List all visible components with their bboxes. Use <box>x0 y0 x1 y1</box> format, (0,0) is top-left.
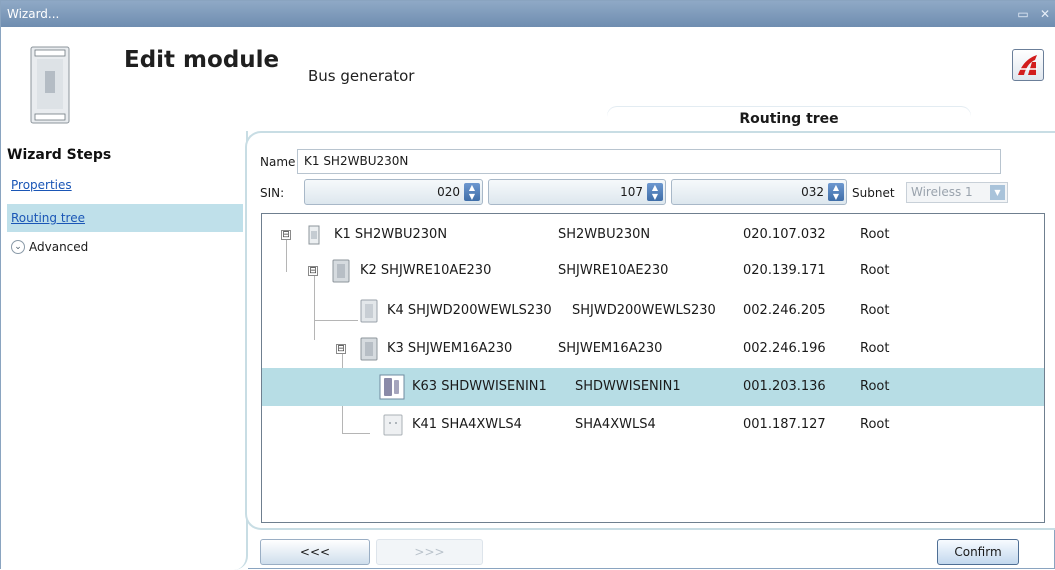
device-sin: 020.139.171 <box>743 263 826 278</box>
device-name: K63 SHDWWISENIN1 <box>412 379 547 394</box>
spin-arrows-icon[interactable]: ▲ ▼ <box>464 183 480 201</box>
maximize-icon[interactable]: ▭ <box>1012 1 1034 27</box>
device-model: SH2WBU230N <box>558 227 651 242</box>
tree-row[interactable]: ⊟ K2 SHJWRE10AE230 SHJWRE10AE230 020.139… <box>262 252 1044 290</box>
device-model: SHJWD200WEWLS230 <box>572 303 716 318</box>
device-name: K1 SH2WBU230N <box>334 227 448 242</box>
device-sin: 020.107.032 <box>743 227 826 242</box>
sin-part-1-value: 020 <box>437 185 460 199</box>
device-sin: 002.246.196 <box>743 341 826 356</box>
device-sin: 002.246.205 <box>743 303 826 318</box>
subnet-label: Subnet <box>852 186 895 200</box>
step-routing-tree-link[interactable]: Routing tree <box>11 211 85 225</box>
device-icon <box>308 225 320 245</box>
spin-arrows-icon[interactable]: ▲ ▼ <box>647 183 663 201</box>
device-route: Root <box>860 417 890 432</box>
device-sin: 001.203.136 <box>743 379 826 394</box>
back-button[interactable]: <<< <box>260 539 370 565</box>
device-icon <box>360 337 378 361</box>
wizard-header: Edit module Bus generator Routing tree <box>1 27 1055 131</box>
device-route: Root <box>860 341 890 356</box>
device-name: K41 SHA4XWLS4 <box>412 417 522 432</box>
wizard-steps-panel: Wizard Steps Properties Routing tree ⌄ A… <box>1 131 248 570</box>
subnet-select[interactable]: Wireless 1 ▼ <box>906 182 1008 203</box>
collapse-icon[interactable]: ⊟ <box>308 266 318 276</box>
wizard-steps-title: Wizard Steps <box>7 147 112 163</box>
device-sin: 001.187.127 <box>743 417 826 432</box>
device-model: SHJWEM16A230 <box>558 341 663 356</box>
wizard-window: Wizard... ▭ ✕ Edit module Bus generator … <box>0 0 1055 570</box>
module-device-icon <box>30 46 70 124</box>
device-route: Root <box>860 303 890 318</box>
sin-label: SIN: <box>260 186 285 200</box>
device-model: SHDWWISENIN1 <box>575 379 681 394</box>
name-field[interactable]: K1 SH2WBU230N <box>297 149 1001 174</box>
sin-part-3-value: 032 <box>801 185 824 199</box>
switch-icon <box>383 414 403 436</box>
sensor-icon <box>379 374 405 400</box>
device-name: K2 SHJWRE10AE230 <box>360 263 492 278</box>
tab-routing-tree[interactable]: Routing tree <box>607 107 971 131</box>
routing-tree-content: Name K1 SH2WBU230N SIN: 020 ▲ ▼ 107 ▲ ▼ 03… <box>245 131 1055 530</box>
step-advanced-label: Advanced <box>29 240 89 254</box>
device-name: K4 SHJWD200WEWLS230 <box>387 303 552 318</box>
brand-logo-button[interactable] <box>1012 49 1044 81</box>
brand-logo-icon <box>1018 55 1037 75</box>
tree-row[interactable]: ⊟ K3 SHJWEM16A230 SHJWEM16A230 002.246.1… <box>262 330 1044 368</box>
device-model: SHJWRE10AE230 <box>558 263 669 278</box>
tree-row[interactable]: K41 SHA4XWLS4 SHA4XWLS4 001.187.127 Root <box>262 406 1044 444</box>
window-title: Wizard... <box>7 7 60 21</box>
device-name: K3 SHJWEM16A230 <box>387 341 513 356</box>
sin-part-3-stepper[interactable]: 032 ▲ ▼ <box>671 179 847 205</box>
step-properties-link[interactable]: Properties <box>11 178 72 192</box>
sin-part-2-value: 107 <box>620 185 643 199</box>
next-button[interactable]: >>> <box>376 539 483 565</box>
tree-row[interactable]: K4 SHJWD200WEWLS230 SHJWD200WEWLS230 002… <box>262 292 1044 330</box>
device-route: Root <box>860 263 890 278</box>
chevron-down-icon[interactable]: ⌄ <box>11 240 25 254</box>
device-route: Root <box>860 227 890 242</box>
tree-row-selected[interactable]: K63 SHDWWISENIN1 SHDWWISENIN1 001.203.13… <box>262 368 1044 406</box>
collapse-icon[interactable]: ⊟ <box>336 344 346 354</box>
sin-part-1-stepper[interactable]: 020 ▲ ▼ <box>304 179 483 205</box>
close-icon[interactable]: ✕ <box>1034 1 1055 27</box>
step-properties[interactable]: Properties <box>7 171 243 199</box>
device-icon <box>332 259 350 283</box>
collapse-icon[interactable]: ⊟ <box>281 230 291 240</box>
tree-row[interactable]: ⊟ K1 SH2WBU230N SH2WBU230N 020.107.032 R… <box>262 216 1044 254</box>
device-icon <box>360 299 378 323</box>
step-routing-tree[interactable]: Routing tree <box>7 204 243 232</box>
step-advanced[interactable]: ⌄ Advanced <box>7 233 243 261</box>
confirm-button[interactable]: Confirm <box>937 539 1019 565</box>
title-bar: Wizard... ▭ ✕ <box>1 1 1055 27</box>
module-type-label: Bus generator <box>308 67 415 85</box>
chevron-down-icon[interactable]: ▼ <box>990 185 1005 200</box>
device-route: Root <box>860 379 890 394</box>
subnet-value: Wireless 1 <box>911 185 973 199</box>
routing-tree[interactable]: ⊟ K1 SH2WBU230N SH2WBU230N 020.107.032 R… <box>261 213 1045 523</box>
name-label: Name <box>260 155 296 169</box>
spin-arrows-icon[interactable]: ▲ ▼ <box>828 183 844 201</box>
page-title: Edit module <box>124 47 280 73</box>
device-model: SHA4XWLS4 <box>575 417 656 432</box>
sin-part-2-stepper[interactable]: 107 ▲ ▼ <box>488 179 666 205</box>
